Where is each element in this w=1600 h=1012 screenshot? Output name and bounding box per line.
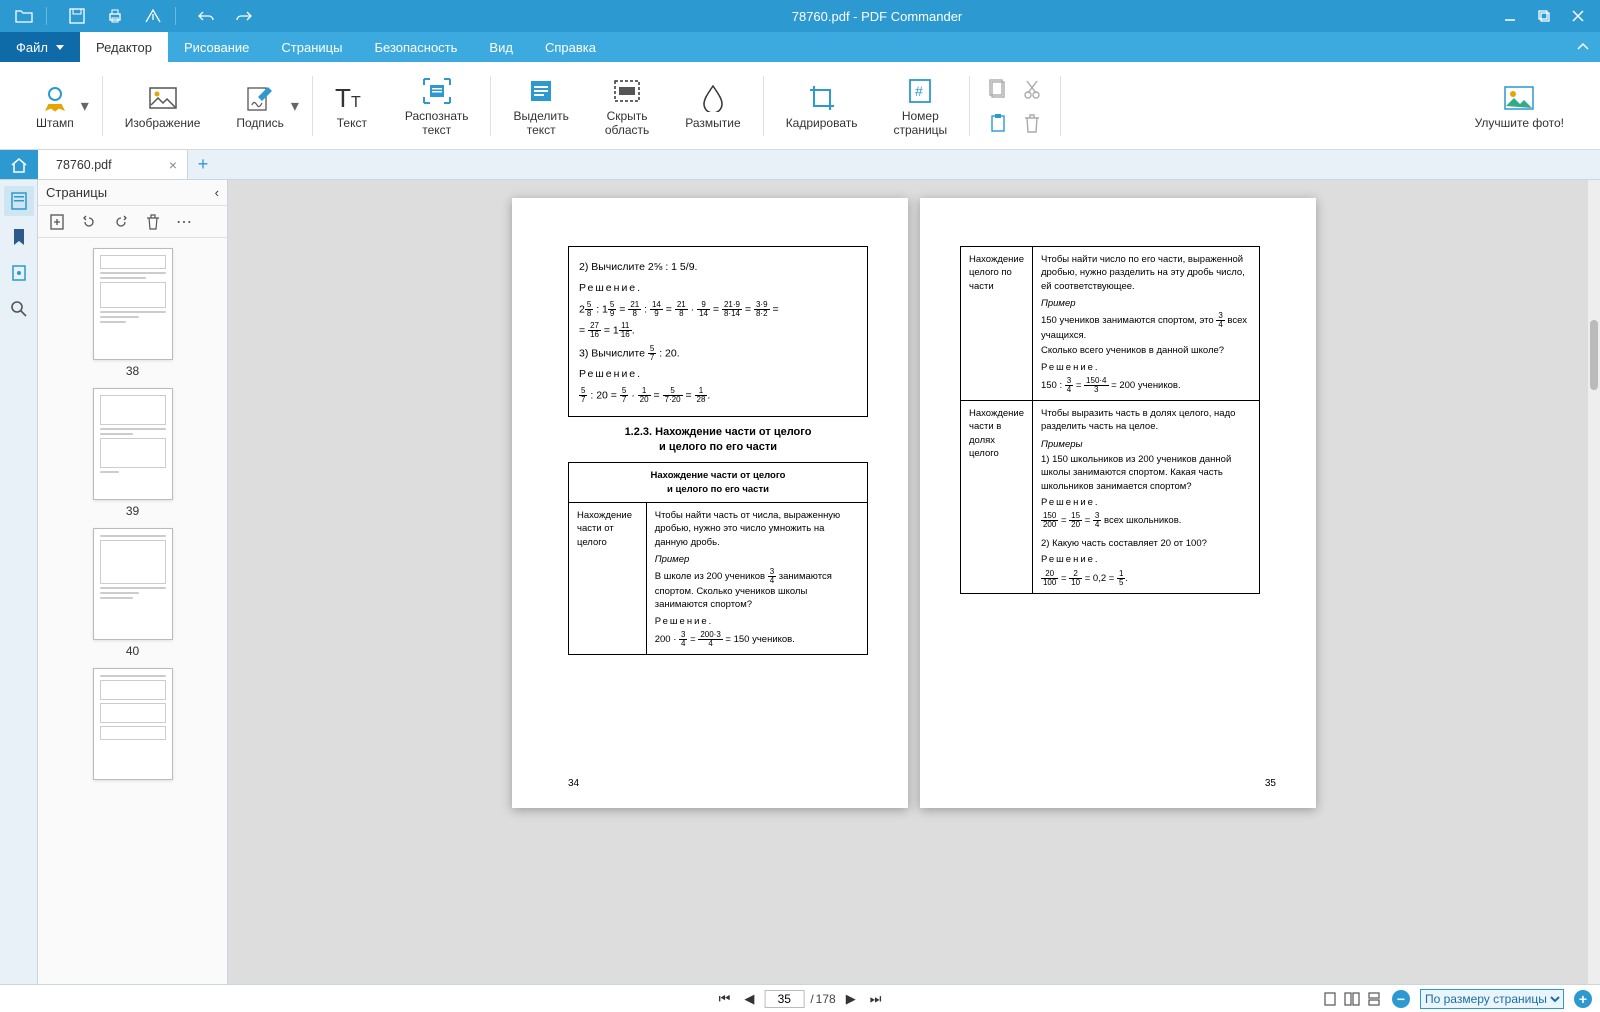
home-tab[interactable] — [0, 150, 38, 179]
paste-icon[interactable] — [984, 109, 1012, 137]
crop-icon — [805, 81, 839, 115]
image-icon — [146, 81, 180, 115]
document-tab-label: 78760.pdf — [56, 158, 112, 172]
zoom-select[interactable]: По размеру страницы — [1420, 989, 1564, 1009]
menu-help[interactable]: Справка — [529, 32, 612, 62]
page-number-icon: # — [903, 74, 937, 108]
hide-area-icon — [610, 74, 644, 108]
menu-file[interactable]: Файл — [0, 32, 80, 62]
pdf-page-right: Нахождение целого по части Чтобы найти ч… — [920, 198, 1316, 808]
export-icon[interactable] — [143, 6, 163, 26]
tabs-row: 78760.pdf × + — [0, 150, 1600, 180]
stamp-dropdown[interactable]: ▾ — [80, 96, 90, 116]
rotate-right-icon[interactable] — [110, 211, 132, 233]
enhance-photo-icon — [1502, 81, 1536, 115]
thumbnail-item[interactable]: 40 — [93, 528, 173, 658]
menu-view[interactable]: Вид — [473, 32, 529, 62]
cut-icon[interactable] — [1018, 75, 1046, 103]
side-panel-title: Страницы — [46, 185, 107, 200]
close-icon[interactable] — [1568, 6, 1588, 26]
attachments-panel-icon[interactable] — [4, 258, 34, 288]
menu-drawing[interactable]: Рисование — [168, 32, 265, 62]
bookmarks-panel-icon[interactable] — [4, 222, 34, 252]
signature-dropdown[interactable]: ▾ — [290, 96, 300, 116]
prev-page-button[interactable]: ◀ — [740, 989, 758, 1009]
clipboard-group — [974, 75, 1056, 137]
more-options-icon[interactable]: ⋯ — [174, 211, 196, 233]
thumbnails-panel-icon[interactable] — [4, 186, 34, 216]
text-icon: TT — [335, 81, 369, 115]
minimize-icon[interactable] — [1500, 6, 1520, 26]
print-icon[interactable] — [105, 6, 125, 26]
side-panel-collapse-icon[interactable]: ‹ — [215, 185, 219, 200]
delete-icon[interactable] — [1018, 109, 1046, 137]
ocr-icon — [420, 74, 454, 108]
zoom-out-button[interactable]: − — [1392, 990, 1410, 1008]
status-bar: ⏮ ◀ 178 ▶ ⏭ − По размеру страницы + — [0, 984, 1600, 1012]
pdf-page-left: 2) Вычислите 2⅝ : 1 5/9. Решение. 258 : … — [512, 198, 908, 808]
thumbnail-list[interactable]: 38 39 40 41 — [38, 238, 227, 984]
signature-icon — [243, 81, 277, 115]
svg-text:T: T — [351, 94, 361, 111]
workspace-scrollbar[interactable] — [1588, 180, 1600, 984]
page-number-button[interactable]: # Номер страницы — [875, 66, 965, 146]
stamp-icon — [38, 81, 72, 115]
document-tab[interactable]: 78760.pdf × — [38, 150, 188, 179]
search-panel-icon[interactable] — [4, 294, 34, 324]
copy-icon[interactable] — [984, 75, 1012, 103]
thumbnail-item[interactable]: 38 — [93, 248, 173, 378]
svg-text:#: # — [915, 83, 923, 99]
view-continuous-icon[interactable] — [1366, 991, 1382, 1007]
main-area: Страницы ‹ ⋯ 38 39 40 4 — [0, 180, 1600, 984]
last-page-button[interactable]: ⏭ — [866, 989, 886, 1009]
open-icon[interactable] — [14, 6, 34, 26]
svg-text:T: T — [335, 85, 351, 111]
ribbon-collapse-icon[interactable] — [1576, 32, 1590, 62]
hide-area-button[interactable]: Скрыть область — [587, 66, 667, 146]
view-single-icon[interactable] — [1322, 991, 1338, 1007]
left-tool-strip — [0, 180, 38, 984]
menu-security[interactable]: Безопасность — [358, 32, 473, 62]
thumbnails-panel: Страницы ‹ ⋯ 38 39 40 4 — [38, 180, 228, 984]
ribbon: Штамп ▾ Изображение Подпись ▾ TT Текст Р… — [0, 62, 1600, 150]
redo-icon[interactable] — [234, 6, 254, 26]
save-icon[interactable] — [67, 6, 87, 26]
crop-button[interactable]: Кадрировать — [768, 66, 876, 146]
thumbnail-item[interactable]: 39 — [93, 388, 173, 518]
ocr-button[interactable]: Распознать текст — [387, 66, 487, 146]
tab-close-icon[interactable]: × — [169, 157, 177, 173]
blur-icon — [696, 81, 730, 115]
menu-pages[interactable]: Страницы — [265, 32, 358, 62]
maximize-icon[interactable] — [1534, 6, 1554, 26]
view-facing-icon[interactable] — [1344, 991, 1360, 1007]
image-button[interactable]: Изображение — [107, 66, 219, 146]
title-bar: 78760.pdf - PDF Commander — [0, 0, 1600, 32]
add-page-icon[interactable] — [46, 211, 68, 233]
zoom-in-button[interactable]: + — [1574, 990, 1592, 1008]
add-tab-button[interactable]: + — [188, 150, 218, 179]
first-page-button[interactable]: ⏮ — [715, 989, 735, 1009]
next-page-button[interactable]: ▶ — [842, 989, 860, 1009]
window-title: 78760.pdf - PDF Commander — [254, 9, 1500, 24]
undo-icon[interactable] — [196, 6, 216, 26]
highlight-icon — [524, 74, 558, 108]
delete-page-icon[interactable] — [142, 211, 164, 233]
page-view[interactable]: 2) Вычислите 2⅝ : 1 5/9. Решение. 258 : … — [228, 180, 1600, 984]
text-button[interactable]: TT Текст — [317, 66, 387, 146]
page-total: 178 — [810, 992, 835, 1006]
view-mode-group — [1322, 991, 1382, 1007]
highlight-button[interactable]: Выделить текст — [495, 66, 586, 146]
menu-editor[interactable]: Редактор — [80, 32, 168, 62]
thumbnails-toolbar: ⋯ — [38, 206, 227, 238]
page-input[interactable] — [764, 990, 804, 1008]
menu-bar: Файл Редактор Рисование Страницы Безопас… — [0, 32, 1600, 62]
page-navigation: ⏮ ◀ 178 ▶ ⏭ — [715, 989, 886, 1009]
workspace: 2) Вычислите 2⅝ : 1 5/9. Решение. 258 : … — [228, 180, 1600, 984]
rotate-left-icon[interactable] — [78, 211, 100, 233]
thumbnail-item[interactable]: 41 — [93, 668, 173, 798]
blur-button[interactable]: Размытие — [667, 66, 758, 146]
enhance-photo-button[interactable]: Улучшите фото! — [1457, 66, 1582, 146]
